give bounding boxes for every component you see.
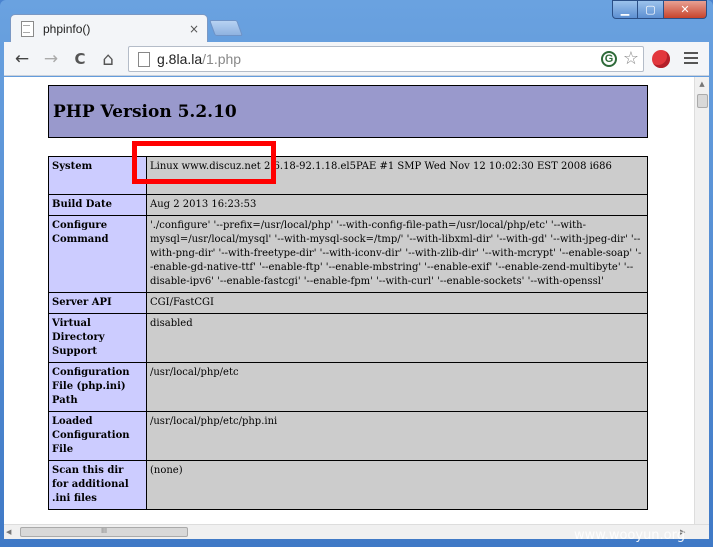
table-row: Scan this dir for additional .ini files … (48, 460, 648, 510)
url-path: /1.php (202, 51, 242, 67)
row-label: Configure Command (48, 215, 147, 293)
back-button[interactable]: ← (12, 49, 32, 69)
reload-button[interactable]: C (70, 49, 90, 69)
table-row: Loaded Configuration File /usr/local/php… (48, 411, 648, 461)
row-value: disabled (146, 313, 648, 363)
row-label: Scan this dir for additional .ini files (48, 460, 147, 510)
url-host: g.8la.la (157, 51, 203, 67)
red-highlight-box (132, 141, 276, 184)
page-viewport: PHP Version 5.2.10 System Linux www.disc… (4, 77, 694, 524)
new-tab-button[interactable] (209, 20, 243, 36)
row-label: Virtual Directory Support (48, 313, 147, 363)
row-label: Configuration File (php.ini) Path (48, 362, 147, 412)
page-title: PHP Version 5.2.10 (53, 101, 237, 122)
tab-close-icon[interactable]: × (189, 22, 199, 36)
row-value: /usr/local/php/etc (146, 362, 648, 412)
row-value: /usr/local/php/etc/php.ini (146, 411, 648, 461)
row-value: (none) (146, 460, 648, 510)
close-window-button[interactable]: ✕ (664, 0, 707, 19)
extension-icon[interactable] (652, 50, 670, 68)
tab-phpinfo[interactable]: phpinfo() × (10, 14, 208, 42)
table-row: Build Date Aug 2 2013 16:23:53 (48, 194, 648, 216)
url-text[interactable]: g.8la.la/1.php (157, 51, 241, 67)
window-controls: ▁ ▢ ✕ (612, 0, 707, 19)
maximize-button[interactable]: ▢ (638, 0, 664, 19)
phpinfo-table: System Linux www.discuz.net 2.6.18-92.1.… (48, 156, 648, 510)
row-label: Build Date (48, 194, 147, 216)
row-label: Loaded Configuration File (48, 411, 147, 461)
page-icon (137, 51, 151, 67)
address-bar[interactable]: g.8la.la/1.php G ☆ (128, 46, 644, 72)
scroll-left-icon[interactable]: ◀ (6, 525, 11, 539)
table-row: Configure Command './configure' '--prefi… (48, 215, 648, 293)
scroll-thumb[interactable] (697, 94, 708, 108)
page-icon (19, 20, 35, 37)
row-value: CGI/FastCGI (146, 292, 648, 314)
tab-title: phpinfo() (43, 21, 91, 36)
vertical-scrollbar[interactable]: ▲ (694, 77, 709, 524)
forward-button[interactable]: → (41, 49, 61, 69)
home-button[interactable]: ⌂ (98, 49, 118, 70)
php-header: PHP Version 5.2.10 (48, 85, 648, 138)
extension-g-icon[interactable]: G (601, 51, 617, 67)
scroll-thumb[interactable]: III (20, 527, 188, 537)
table-row: Server API CGI/FastCGI (48, 292, 648, 314)
table-row: Configuration File (php.ini) Path /usr/l… (48, 362, 648, 412)
row-value: './configure' '--prefix=/usr/local/php' … (146, 215, 648, 293)
toolbar: ← → C ⌂ g.8la.la/1.php G ☆ (4, 42, 709, 76)
bookmark-star-icon[interactable]: ☆ (623, 48, 639, 69)
watermark: www.wooyun.org (574, 528, 686, 543)
row-value: Aug 2 2013 16:23:53 (146, 194, 648, 216)
menu-icon[interactable] (684, 52, 698, 67)
row-label: Server API (48, 292, 147, 314)
table-row: Virtual Directory Support disabled (48, 313, 648, 363)
minimize-button[interactable]: ▁ (612, 0, 638, 19)
scroll-up-icon[interactable]: ▲ (695, 77, 709, 91)
